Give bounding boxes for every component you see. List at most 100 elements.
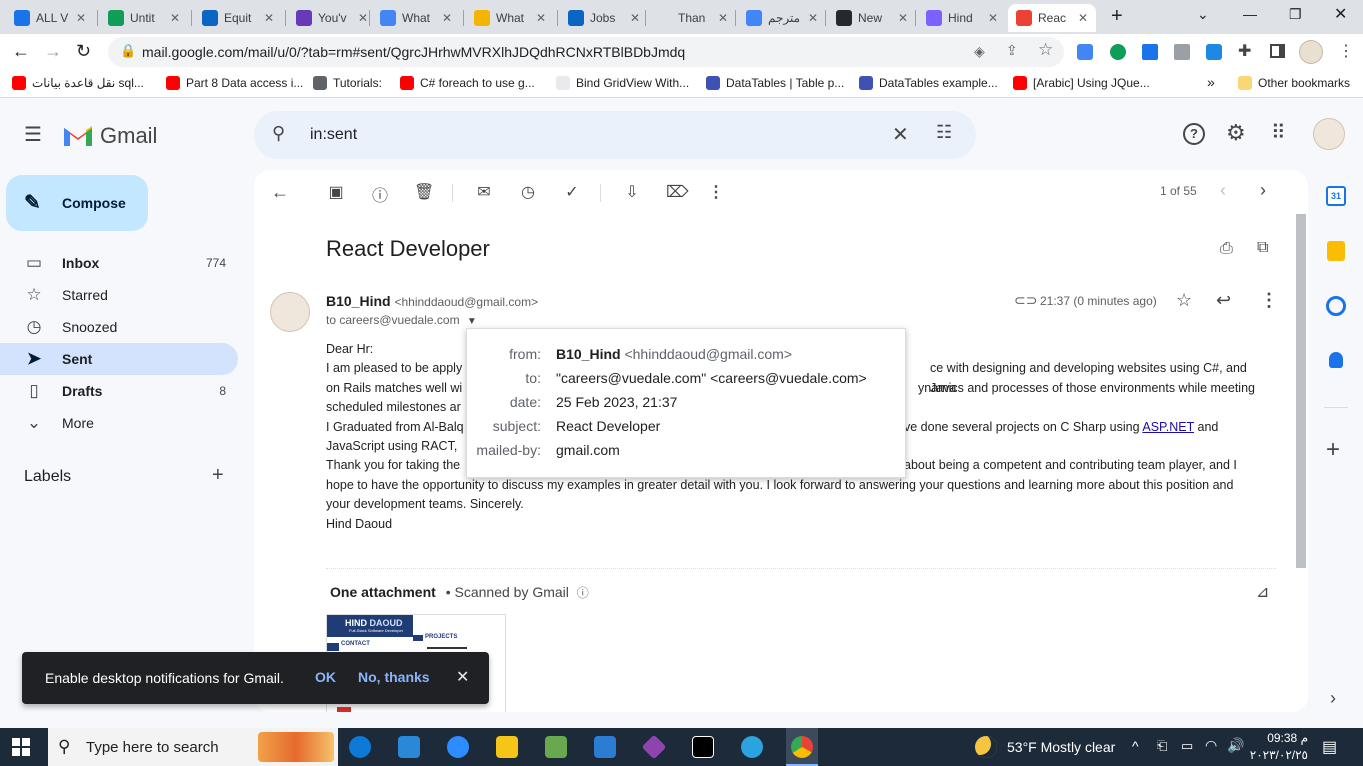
tray-icon[interactable]: ⎗	[1157, 738, 1167, 754]
browser-tab[interactable]: What ✕	[372, 4, 460, 32]
browser-tab[interactable]: New ✕	[828, 4, 916, 32]
close-tab-icon[interactable]: ✕	[718, 11, 728, 25]
other-bookmarks[interactable]: Other bookmarks	[1238, 76, 1350, 90]
keep-icon[interactable]	[1327, 241, 1345, 261]
tasks-icon[interactable]	[1326, 296, 1346, 316]
store-icon[interactable]	[398, 736, 420, 758]
browser-tab[interactable]: مترجم ✕	[738, 4, 826, 32]
label-icon[interactable]: ⌦	[666, 182, 689, 202]
nav-item-snoozed[interactable]: ◷ Snoozed	[0, 311, 238, 343]
telegram-icon[interactable]	[741, 736, 763, 758]
minimize-icon[interactable]: —	[1243, 6, 1257, 22]
wifi-icon[interactable]: ◠	[1205, 737, 1217, 754]
sender-avatar[interactable]	[270, 292, 310, 332]
close-tab-icon[interactable]: ✕	[808, 11, 818, 25]
grammarly-extension-icon[interactable]	[1110, 44, 1126, 60]
close-tab-icon[interactable]: ✕	[442, 11, 452, 25]
snooze-icon[interactable]: ◷	[518, 182, 538, 202]
clock-date[interactable]: ٢٠٢٣/٠٢/٢٥	[1248, 748, 1308, 762]
hide-side-panel-icon[interactable]: ›	[1330, 688, 1336, 709]
mail-app-icon[interactable]	[594, 736, 616, 758]
snackbar-ok-button[interactable]: OK	[315, 669, 336, 685]
profile-avatar[interactable]	[1299, 40, 1323, 64]
bookmark-item[interactable]: DataTables example...	[859, 76, 998, 90]
close-tab-icon[interactable]: ✕	[1078, 11, 1088, 25]
close-tab-icon[interactable]: ✕	[988, 11, 998, 25]
snackbar-no-thanks-button[interactable]: No, thanks	[358, 669, 430, 685]
browser-tab[interactable]: Than ✕	[648, 4, 736, 32]
add-to-drive-icon[interactable]: ⊿	[1256, 582, 1269, 602]
browser-tab[interactable]: Reac ✕	[1008, 4, 1096, 32]
windows-start-icon[interactable]	[12, 738, 30, 756]
share-icon[interactable]: ⇪	[1006, 42, 1018, 59]
edge-icon[interactable]	[349, 736, 371, 758]
mark-unread-icon[interactable]: ✉	[474, 182, 494, 202]
browser-tab[interactable]: Hind ✕	[918, 4, 1006, 32]
scrollbar-thumb[interactable]	[1296, 214, 1306, 568]
close-tab-icon[interactable]: ✕	[536, 11, 546, 25]
tray-chevron-up-icon[interactable]: ^	[1132, 738, 1139, 754]
close-tab-icon[interactable]: ✕	[264, 11, 274, 25]
maximize-icon[interactable]: ❐	[1289, 6, 1302, 23]
zoom-icon[interactable]	[447, 736, 469, 758]
save-extension-icon[interactable]	[1142, 44, 1158, 60]
close-tab-icon[interactable]: ✕	[898, 11, 908, 25]
nav-item-sent[interactable]: ➤ Sent	[0, 343, 238, 375]
forward-icon[interactable]: →	[44, 41, 62, 62]
browser-tab[interactable]: Untit ✕	[100, 4, 188, 32]
message-more-icon[interactable]: ⋮	[1260, 290, 1278, 311]
search-input[interactable]: ⚲ in:sent ✕ ☷	[254, 111, 976, 159]
delete-icon[interactable]: 🗑	[414, 182, 434, 202]
bookmark-item[interactable]: Bind GridView With...	[556, 76, 689, 90]
notification-center-icon[interactable]: ▤	[1322, 737, 1337, 757]
close-tab-icon[interactable]: ✕	[76, 11, 86, 25]
browser-tab[interactable]: ALL V ✕	[6, 4, 94, 32]
chrome-taskbar-active[interactable]	[786, 728, 818, 766]
reload-icon[interactable]: ↻	[76, 41, 91, 62]
browser-menu-icon[interactable]: ⋮	[1338, 41, 1354, 61]
contacts-icon[interactable]	[1329, 352, 1343, 368]
nav-item-inbox[interactable]: ▭ Inbox 774	[0, 247, 238, 279]
aspnet-link[interactable]: ASP.NET	[1142, 420, 1194, 434]
create-label-icon[interactable]: +	[212, 464, 224, 487]
close-tab-icon[interactable]: ✕	[170, 11, 180, 25]
photo-app-icon[interactable]	[545, 736, 567, 758]
newer-chevron-icon[interactable]: ‹	[1220, 180, 1226, 201]
archive-icon[interactable]: ▣	[326, 182, 346, 202]
account-avatar[interactable]	[1313, 118, 1345, 150]
search-options-icon[interactable]: ☷	[936, 122, 952, 143]
bookmark-item[interactable]: Tutorials:	[313, 76, 382, 90]
help-icon[interactable]: ?	[1183, 123, 1205, 145]
info-icon[interactable]: ⓘ	[577, 586, 589, 600]
extension-icon[interactable]	[1174, 44, 1190, 60]
extensions-puzzle-icon[interactable]: ✚	[1238, 41, 1251, 61]
jetbrains-icon[interactable]	[692, 736, 714, 758]
taskbar-search-input[interactable]: ⚲ Type here to search	[48, 728, 338, 766]
bookmark-item[interactable]: [Arabic] Using JQue...	[1013, 76, 1150, 90]
clear-search-icon[interactable]: ✕	[892, 122, 909, 147]
apps-grid-icon[interactable]: ⠿	[1271, 120, 1286, 145]
main-menu-icon[interactable]: ☰	[24, 122, 42, 147]
side-panel-icon[interactable]	[1270, 44, 1285, 58]
battery-icon[interactable]: ▭	[1181, 738, 1193, 754]
screenshot-extension-icon[interactable]	[1206, 44, 1222, 60]
browser-tab[interactable]: Equit ✕	[194, 4, 282, 32]
bookmark-item[interactable]: DataTables | Table p...	[706, 76, 844, 90]
back-icon[interactable]: ←	[12, 41, 30, 62]
older-chevron-icon[interactable]: ›	[1260, 180, 1266, 201]
more-bookmarks-icon[interactable]: »	[1207, 74, 1215, 90]
weather-text[interactable]: 53°F Mostly clear	[1007, 739, 1115, 755]
settings-gear-icon[interactable]: ⚙	[1226, 120, 1246, 146]
address-bar[interactable]: 🔒 mail.google.com/mail/u/0/?tab=rm#sent/…	[108, 37, 1064, 67]
nav-item-more[interactable]: ⌄ More	[0, 407, 238, 439]
sender-name[interactable]: B10_Hind	[326, 293, 391, 309]
compose-button[interactable]: ✎ Compose	[6, 175, 148, 231]
show-details-icon[interactable]: ▼	[467, 316, 477, 327]
move-to-icon[interactable]: ⇩	[622, 182, 642, 202]
clock-time[interactable]: 09:38 م	[1258, 731, 1308, 745]
gmail-logo[interactable]: Gmail	[62, 123, 157, 149]
new-tab-icon[interactable]: +	[1111, 5, 1123, 28]
star-icon[interactable]: ☆	[1176, 290, 1192, 311]
close-tab-icon[interactable]: ✕	[358, 11, 368, 25]
close-tab-icon[interactable]: ✕	[630, 11, 640, 25]
